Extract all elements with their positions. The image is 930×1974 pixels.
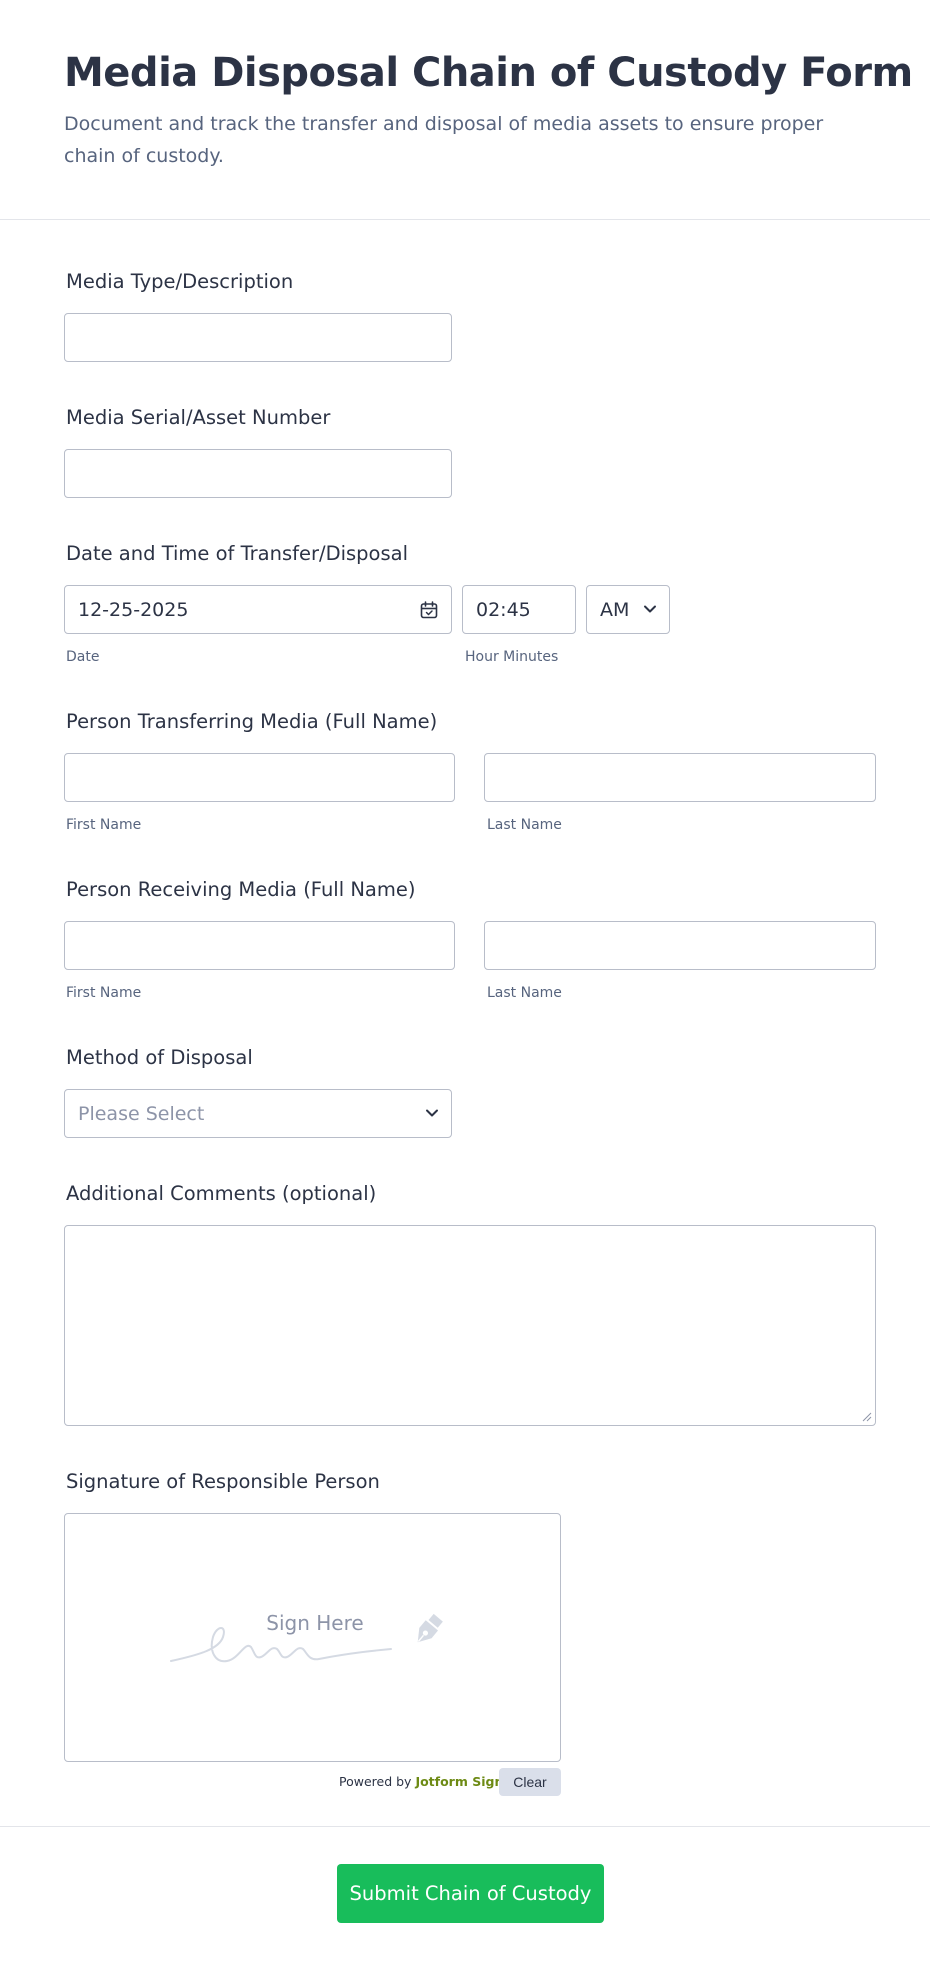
signature-pen-icon [417, 1613, 443, 1643]
serial-label: Media Serial/Asset Number [66, 406, 331, 429]
sign-here-placeholder: Sign Here [266, 1611, 364, 1635]
ampm-value[interactable]: AM [600, 599, 629, 621]
comments-textarea[interactable] [64, 1225, 876, 1426]
chevron-down-icon [644, 605, 656, 613]
method-placeholder[interactable]: Please Select [78, 1103, 204, 1125]
method-select[interactable]: Please Select [64, 1089, 452, 1138]
page-title: Media Disposal Chain of Custody Form [64, 50, 913, 96]
time-field[interactable]: 02:45 [462, 585, 576, 634]
comments-label: Additional Comments (optional) [66, 1182, 377, 1205]
chevron-down-icon [426, 1109, 438, 1117]
transferring-label: Person Transferring Media (Full Name) [66, 710, 438, 733]
receiving-first-sublabel: First Name [66, 985, 142, 1001]
transferring-first-name-field[interactable] [64, 753, 455, 802]
page-subtitle: Document and track the transfer and disp… [64, 113, 824, 167]
time-value[interactable]: 02:45 [476, 599, 531, 621]
date-sublabel: Date [66, 649, 100, 665]
receiving-last-sublabel: Last Name [487, 985, 562, 1001]
receiving-label: Person Receiving Media (Full Name) [66, 878, 416, 901]
signature-pad[interactable]: Sign Here [64, 1513, 561, 1762]
form-header: Media Disposal Chain of Custody Form Doc… [0, 0, 930, 220]
media-type-label: Media Type/Description [66, 270, 294, 293]
clear-signature-button[interactable]: Clear [499, 1768, 561, 1796]
footer-divider [0, 1826, 930, 1827]
submit-button[interactable]: Submit Chain of Custody [337, 1864, 604, 1923]
powered-by: Powered by Jotform Sign [339, 1774, 503, 1789]
time-sublabel: Hour Minutes [465, 649, 559, 665]
transferring-first-sublabel: First Name [66, 817, 142, 833]
powered-by-prefix: Powered by [339, 1774, 412, 1789]
signature-label: Signature of Responsible Person [66, 1470, 380, 1493]
media-type-input[interactable] [78, 326, 438, 349]
ampm-select[interactable]: AM [586, 585, 670, 634]
date-field[interactable]: 12-25-2025 [64, 585, 452, 634]
calendar-icon[interactable] [419, 600, 439, 620]
resize-grip-icon[interactable] [860, 1410, 872, 1422]
transferring-last-name-field[interactable] [484, 753, 876, 802]
serial-field[interactable] [64, 449, 452, 498]
date-value[interactable]: 12-25-2025 [78, 599, 188, 621]
transferring-last-sublabel: Last Name [487, 817, 562, 833]
receiving-first-name-field[interactable] [64, 921, 455, 970]
receiving-last-name-input[interactable] [498, 934, 862, 957]
method-label: Method of Disposal [66, 1046, 253, 1069]
transferring-first-name-input[interactable] [78, 766, 441, 789]
jotform-sign-brand: Jotform Sign [415, 1774, 504, 1789]
receiving-last-name-field[interactable] [484, 921, 876, 970]
serial-input[interactable] [78, 462, 438, 485]
receiving-first-name-input[interactable] [78, 934, 441, 957]
media-type-field[interactable] [64, 313, 452, 362]
transferring-last-name-input[interactable] [498, 766, 862, 789]
datetime-label: Date and Time of Transfer/Disposal [66, 542, 409, 565]
